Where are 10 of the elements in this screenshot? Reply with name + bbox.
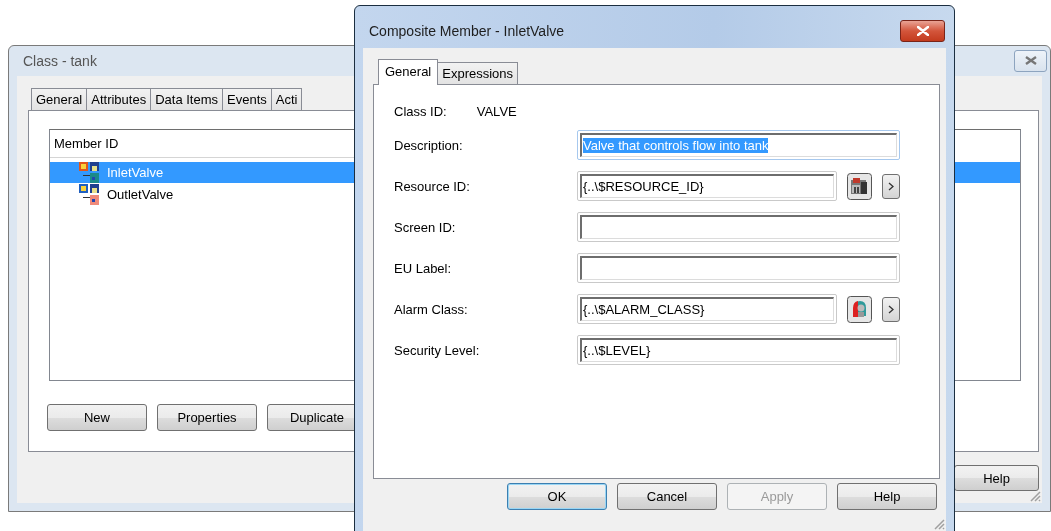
field-label: Screen ID: — [394, 219, 457, 235]
field-label: Alarm Class: — [394, 301, 469, 317]
field-label: Security Level: — [394, 342, 481, 358]
window-title: Composite Member - InletValve — [369, 23, 565, 39]
field-label: Class ID: — [394, 103, 447, 119]
field-value: VALVE — [476, 103, 517, 119]
field-label: EU Label: — [394, 260, 453, 276]
field-label: Resource ID: — [394, 178, 471, 194]
field-label: Description: — [394, 137, 464, 153]
window-title: Class - tank — [23, 53, 97, 69]
